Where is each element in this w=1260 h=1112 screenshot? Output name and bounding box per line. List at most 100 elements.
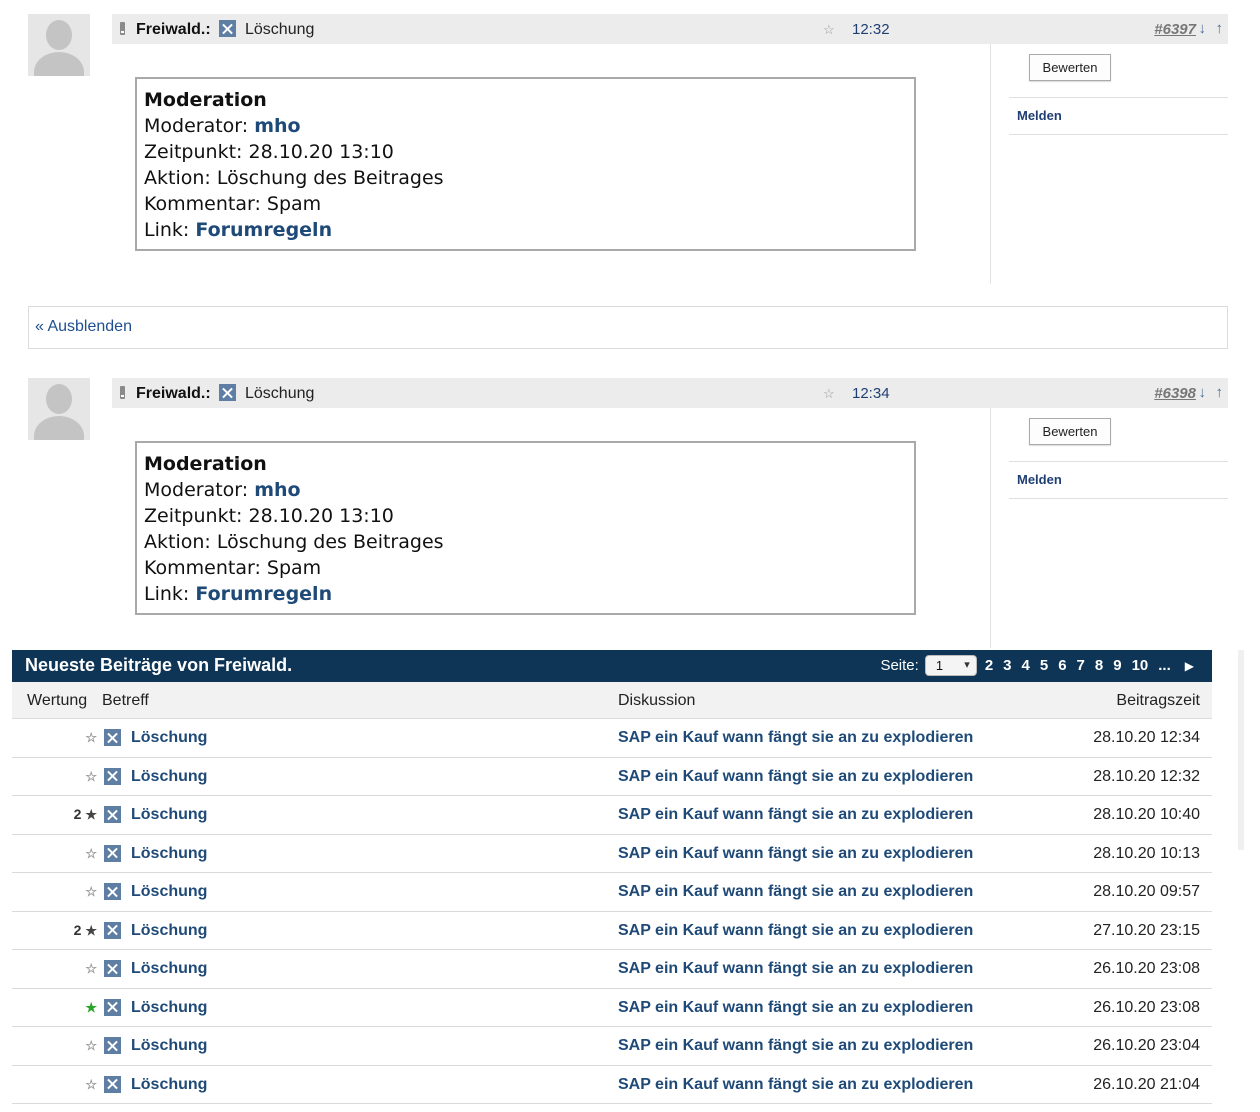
discussion-link[interactable]: SAP ein Kauf wann fängt sie an zu explod…	[618, 768, 973, 786]
time-label: Zeitpunkt:	[144, 505, 249, 527]
forum-rules-link[interactable]: Forumregeln	[195, 583, 332, 605]
rating-cell[interactable]: ☆	[67, 883, 97, 900]
post-author[interactable]: Freiwald.:	[136, 21, 211, 39]
column-subject[interactable]: Betreff	[102, 692, 149, 710]
star-icon[interactable]: ☆	[823, 386, 835, 402]
post-subject-link[interactable]: Löschung	[131, 729, 207, 747]
scrollbar[interactable]	[1238, 650, 1244, 850]
post-title: Löschung	[245, 385, 315, 402]
rate-button[interactable]: Bewerten	[1029, 418, 1111, 445]
table-row[interactable]: ☆ Löschung SAP ein Kauf wann fängt sie an …	[12, 835, 1212, 873]
table-row[interactable]: 2 ★ Löschung SAP ein Kauf wann fängt sie a…	[12, 796, 1212, 835]
action-line: Aktion: Löschung des Beitrages	[144, 529, 907, 555]
deleted-post-x-icon	[104, 844, 121, 862]
post-subject-link[interactable]: Löschung	[131, 1076, 207, 1094]
rating-cell[interactable]: ★	[67, 999, 97, 1016]
table-row[interactable]: ★ Löschung SAP ein Kauf wann fängt sie an …	[12, 989, 1212, 1027]
recent-posts-list: ☆ Löschung SAP ein Kauf wann fängt sie an …	[12, 719, 1212, 1104]
discussion-link[interactable]: SAP ein Kauf wann fängt sie an zu explod…	[618, 845, 973, 863]
page-link[interactable]: 3	[1001, 657, 1013, 674]
post-date: 28.10.20 12:34	[1093, 729, 1200, 746]
moderator-link[interactable]: mho	[254, 479, 300, 501]
rating-cell[interactable]: 2 ★	[67, 922, 97, 939]
table-row[interactable]: ☆ Löschung SAP ein Kauf wann fängt sie an …	[12, 873, 1212, 912]
discussion-link[interactable]: SAP ein Kauf wann fängt sie an zu explod…	[618, 999, 973, 1017]
page-select[interactable]: 1 ▾	[924, 655, 977, 676]
discussion-link[interactable]: SAP ein Kauf wann fängt sie an zu explod…	[618, 1037, 973, 1055]
rating-cell[interactable]: ☆	[67, 1037, 97, 1054]
post-subject-link[interactable]: Löschung	[131, 768, 207, 786]
post-date: 26.10.20 23:08	[1093, 998, 1200, 1016]
avatar[interactable]	[28, 14, 90, 76]
comment-line: Kommentar: Spam	[144, 555, 907, 581]
mobile-phone-icon	[120, 22, 125, 35]
star-icon[interactable]: ☆	[823, 22, 835, 38]
page-link[interactable]: 2	[983, 657, 995, 674]
discussion-link[interactable]: SAP ein Kauf wann fängt sie an zu explod…	[618, 960, 973, 978]
table-row[interactable]: 2 ★ Löschung SAP ein Kauf wann fängt sie a…	[12, 912, 1212, 950]
star-icon: ☆	[85, 768, 97, 784]
column-rating[interactable]: Wertung	[27, 692, 87, 710]
hide-link[interactable]: « Ausblenden	[28, 306, 1228, 349]
avatar[interactable]	[28, 378, 90, 440]
mobile-phone-icon	[120, 386, 125, 399]
arrow-up-icon[interactable]: ↑	[1216, 384, 1224, 401]
page-link[interactable]: 10	[1130, 657, 1151, 674]
deleted-post-x-icon	[104, 806, 121, 823]
arrow-down-icon[interactable]: ↓	[1199, 20, 1207, 37]
post-subject-link[interactable]: Löschung	[131, 999, 207, 1017]
column-time[interactable]: Beitragszeit	[1116, 692, 1200, 710]
action-line: Aktion: Löschung des Beitrages	[144, 165, 907, 191]
rating-cell[interactable]: 2 ★	[67, 806, 97, 823]
time-label: Zeitpunkt:	[144, 141, 249, 163]
report-link[interactable]: Melden	[1017, 108, 1062, 123]
post-subject-link[interactable]: Löschung	[131, 960, 207, 978]
table-row[interactable]: ☆ Löschung SAP ein Kauf wann fängt sie an …	[12, 1027, 1212, 1066]
moderator-link[interactable]: mho	[254, 115, 300, 137]
discussion-link[interactable]: SAP ein Kauf wann fängt sie an zu explod…	[618, 922, 973, 940]
post-subject-link[interactable]: Löschung	[131, 1037, 207, 1055]
page-link[interactable]: 4	[1020, 657, 1032, 674]
discussion-link[interactable]: SAP ein Kauf wann fängt sie an zu explod…	[618, 806, 973, 824]
triangle-right-icon[interactable]: ▶	[1185, 659, 1194, 673]
report-link[interactable]: Melden	[1017, 472, 1062, 487]
post-subject-link[interactable]: Löschung	[131, 883, 207, 901]
page-ellipsis[interactable]: ...	[1156, 657, 1173, 674]
page-link[interactable]: 6	[1056, 657, 1068, 674]
rate-button[interactable]: Bewerten	[1029, 54, 1111, 81]
rating-cell[interactable]: ☆	[67, 960, 97, 977]
post-number-link[interactable]: #6398	[1154, 385, 1196, 402]
star-icon: ☆	[85, 884, 97, 899]
arrow-down-icon[interactable]: ↓	[1199, 384, 1207, 401]
discussion-link[interactable]: SAP ein Kauf wann fängt sie an zu explod…	[618, 1076, 973, 1094]
post-subject-link[interactable]: Löschung	[131, 845, 207, 863]
avatar-body-shape	[34, 416, 84, 440]
post-author[interactable]: Freiwald.:	[136, 385, 211, 403]
rating-cell[interactable]: ☆	[67, 729, 97, 746]
table-row[interactable]: ☆ Löschung SAP ein Kauf wann fängt sie an …	[12, 758, 1212, 796]
post-subject-link[interactable]: Löschung	[131, 922, 207, 940]
arrow-up-icon[interactable]: ↑	[1216, 20, 1224, 37]
deleted-post-x-icon	[104, 883, 121, 900]
rating-cell[interactable]: ☆	[67, 845, 97, 862]
deleted-post-x-icon	[219, 20, 236, 37]
table-row[interactable]: ☆ Löschung SAP ein Kauf wann fängt sie an …	[12, 950, 1212, 989]
forum-rules-link[interactable]: Forumregeln	[195, 219, 332, 241]
discussion-link[interactable]: SAP ein Kauf wann fängt sie an zu explod…	[618, 883, 973, 901]
page-link[interactable]: 5	[1038, 657, 1050, 674]
rating-cell[interactable]: ☆	[67, 768, 97, 785]
post-subject-link[interactable]: Löschung	[131, 806, 207, 824]
rating-cell[interactable]: ☆	[67, 1076, 97, 1093]
page-link[interactable]: 8	[1093, 657, 1105, 674]
post-number-link[interactable]: #6397	[1154, 21, 1196, 38]
link-label: Link:	[144, 583, 196, 605]
deleted-post-x-icon	[104, 1075, 121, 1093]
table-row[interactable]: ☆ Löschung SAP ein Kauf wann fängt sie an …	[12, 719, 1212, 758]
deleted-post-x-icon	[104, 767, 121, 785]
page-link[interactable]: 9	[1111, 657, 1123, 674]
discussion-link[interactable]: SAP ein Kauf wann fängt sie an zu explod…	[618, 729, 973, 747]
column-discussion[interactable]: Diskussion	[618, 692, 695, 710]
link-line: Link: Forumregeln	[144, 217, 907, 243]
page-link[interactable]: 7	[1075, 657, 1087, 674]
table-row[interactable]: ☆ Löschung SAP ein Kauf wann fängt sie an …	[12, 1066, 1212, 1104]
